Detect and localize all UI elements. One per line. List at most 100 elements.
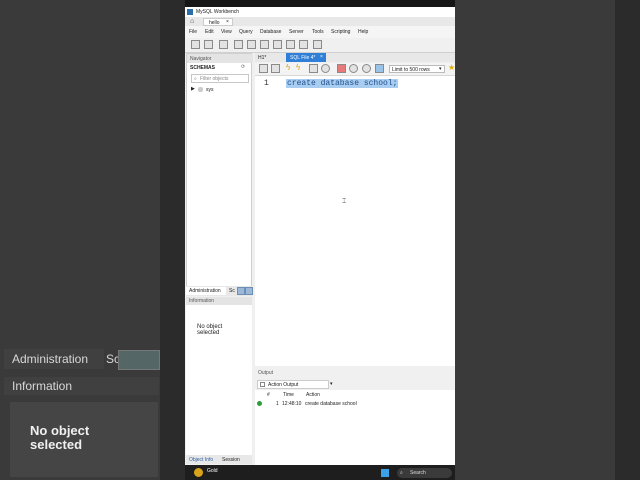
limit-rows-label: Limit to 500 rows <box>392 67 430 73</box>
editor-toolbar: ϟ ϟ Limit to 500 rows ▾ ★ <box>255 63 455 76</box>
refresh-icon[interactable]: ⟳ <box>241 64 245 70</box>
editor-tabs: H1* SQL File 4* × <box>255 53 455 62</box>
explain-icon[interactable] <box>309 64 318 73</box>
windows-start-icon[interactable] <box>381 469 389 477</box>
sql-statement[interactable]: create database school; <box>286 79 399 88</box>
mouse-cursor-icon: ⌶ <box>342 198 347 205</box>
stop-icon[interactable] <box>321 64 330 73</box>
window-title: MySQL Workbench <box>196 9 240 15</box>
tab-session[interactable]: Session <box>222 457 240 463</box>
output-type-label: Action Output <box>268 382 299 388</box>
tab-schemas[interactable]: Sc <box>229 288 235 294</box>
weather-icon[interactable] <box>194 468 203 477</box>
row-action: create database school <box>305 401 357 407</box>
filter-objects-input[interactable]: ⌕ Filter objects <box>191 74 249 83</box>
inspector-icon[interactable] <box>219 40 228 49</box>
main-toolbar <box>185 38 455 53</box>
home-icon[interactable]: ⌂ <box>190 18 194 25</box>
create-view-icon[interactable] <box>260 40 269 49</box>
limit-rows-select[interactable]: Limit to 500 rows ▾ <box>389 65 445 73</box>
search-table-icon[interactable] <box>299 40 308 49</box>
background-right-panel <box>455 0 615 480</box>
connection-tab[interactable]: hello × <box>203 18 233 26</box>
schemas-header: SCHEMAS ⟳ <box>187 64 253 72</box>
menu-help[interactable]: Help <box>358 29 368 35</box>
menu-edit[interactable]: Edit <box>205 29 214 35</box>
schema-name: sys <box>206 87 214 93</box>
background-no-object: No object selected <box>30 423 90 452</box>
mysql-logo-icon <box>187 9 193 15</box>
commit-icon[interactable] <box>349 64 358 73</box>
tab-sql-file-label: SQL File 4* <box>290 55 316 61</box>
background-info-header: Information <box>4 377 159 395</box>
new-sql-tab-icon[interactable] <box>191 40 200 49</box>
workbench-window: MySQL Workbench ⌂ hello × File Edit View… <box>185 7 455 465</box>
arrow-down-icon[interactable] <box>245 287 253 295</box>
output-title: Output <box>258 370 274 376</box>
weather-label: Gold <box>207 468 218 474</box>
toggle-error-icon[interactable] <box>337 64 346 73</box>
background-sc-buttons <box>118 350 160 370</box>
menu-database[interactable]: Database <box>260 29 281 35</box>
execute-current-icon[interactable]: ϟ <box>296 63 300 72</box>
close-icon[interactable]: × <box>320 54 323 60</box>
background-admin-tab: Administration <box>4 349 104 369</box>
output-table: # Time Action 1 12:48:10 create database… <box>255 390 455 465</box>
taskbar-search[interactable]: ⌕ Search <box>397 468 452 478</box>
tab-sql-file[interactable]: SQL File 4* × <box>286 53 326 62</box>
menu-scripting[interactable]: Scripting <box>331 29 350 35</box>
sql-editor[interactable]: 1 create database school; ⌶ <box>255 76 455 366</box>
close-icon[interactable]: × <box>226 19 229 25</box>
save-icon[interactable] <box>271 64 280 73</box>
success-icon <box>257 401 262 406</box>
execute-icon[interactable]: ϟ <box>286 63 290 72</box>
no-object-text: No object selected <box>197 324 223 336</box>
search-icon: ⌕ <box>194 76 197 82</box>
output-panel: Output Action Output ▾ # Time Action 1 1… <box>255 368 455 465</box>
taskbar-search-label: Search <box>410 470 426 476</box>
menu-tools[interactable]: Tools <box>312 29 324 35</box>
create-table-icon[interactable] <box>247 40 256 49</box>
menu-view[interactable]: View <box>221 29 232 35</box>
table-row[interactable]: 1 12:48:10 create database school <box>255 400 455 408</box>
chevron-down-icon: ▾ <box>330 381 333 387</box>
open-sql-file-icon[interactable] <box>204 40 213 49</box>
beautify-icon[interactable]: ★ <box>448 63 455 72</box>
create-schema-icon[interactable] <box>234 40 243 49</box>
row-time: 12:48:10 <box>282 401 302 407</box>
navigator-header: Navigator <box>187 54 253 63</box>
database-icon <box>198 87 203 92</box>
menu-query[interactable]: Query <box>239 29 253 35</box>
rollback-icon[interactable] <box>362 64 371 73</box>
tab-object-info[interactable]: Object Info <box>189 457 213 463</box>
information-header: Information <box>186 297 252 305</box>
expand-arrow-icon[interactable]: ▶ <box>191 86 195 92</box>
output-type-select[interactable]: Action Output ▾ <box>257 380 333 389</box>
chevron-down-icon: ▾ <box>439 66 442 72</box>
menu-bar: File Edit View Query Database Server Too… <box>185 26 455 38</box>
create-function-icon[interactable] <box>286 40 295 49</box>
create-procedure-icon[interactable] <box>273 40 282 49</box>
filter-placeholder: Filter objects <box>200 76 229 82</box>
arrow-up-icon[interactable] <box>237 287 245 295</box>
information-title: Information <box>189 298 215 304</box>
search-icon: ⌕ <box>400 470 403 476</box>
background-admin-label: Administration <box>12 352 89 366</box>
admin-tabs: Administration Sc <box>186 286 253 296</box>
background-info-label: Information <box>12 379 73 393</box>
column-header-action: Action <box>306 392 320 398</box>
line-number: 1 <box>264 79 269 88</box>
menu-file[interactable]: File <box>189 29 197 35</box>
column-header-time: Time <box>283 392 294 398</box>
menu-server[interactable]: Server <box>289 29 304 35</box>
schemas-label: SCHEMAS <box>190 65 216 71</box>
navigator-title: Navigator <box>190 56 212 62</box>
open-file-icon[interactable] <box>259 64 268 73</box>
title-bar: MySQL Workbench <box>185 7 455 17</box>
tab-administration[interactable]: Administration <box>186 287 226 295</box>
tab-h1[interactable]: H1* <box>258 55 266 61</box>
connection-tab-row: ⌂ hello × <box>185 17 455 26</box>
autocommit-icon[interactable] <box>375 64 384 73</box>
reconnect-icon[interactable] <box>313 40 322 49</box>
schema-item[interactable]: ▶ sys <box>191 86 241 94</box>
